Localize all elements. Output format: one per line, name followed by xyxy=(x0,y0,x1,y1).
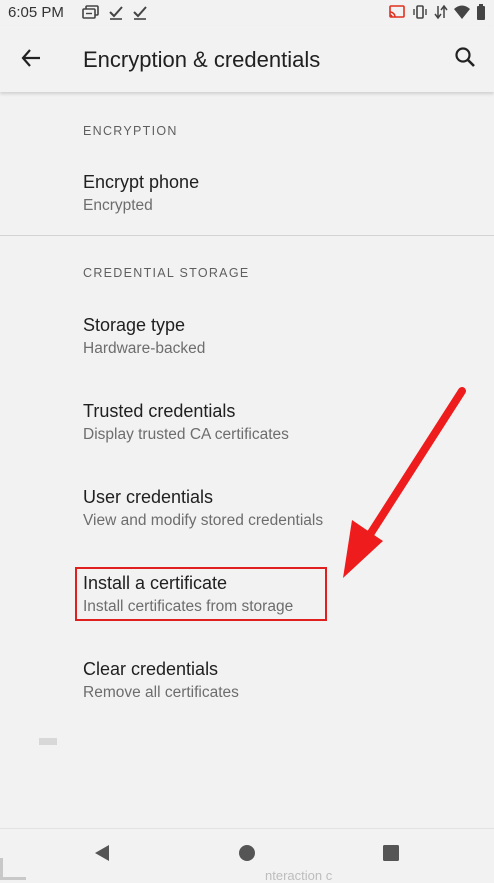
pref-trusted-credentials[interactable]: Trusted credentials Display trusted CA c… xyxy=(0,401,494,469)
pref-title: Trusted credentials xyxy=(83,401,236,421)
pref-title: User credentials xyxy=(83,487,214,507)
screen-share-icon xyxy=(82,4,100,20)
pref-summary: Display trusted CA certificates xyxy=(83,426,289,443)
wifi-icon xyxy=(453,4,471,20)
vibrate-icon xyxy=(411,4,429,20)
data-saver-icon xyxy=(434,4,448,20)
pref-summary: Hardware-backed xyxy=(83,340,206,357)
nav-bar xyxy=(0,828,494,881)
status-bar: 6:05 PM xyxy=(0,0,494,26)
pref-summary: Encrypted xyxy=(83,197,153,214)
highlight-box xyxy=(75,567,327,621)
pref-clear-credentials[interactable]: Clear credentials Remove all certificate… xyxy=(0,659,494,727)
status-right-icons xyxy=(388,4,486,20)
pref-user-credentials[interactable]: User credentials View and modify stored … xyxy=(0,487,494,555)
pref-title: Storage type xyxy=(83,315,186,335)
section-header-encryption: ENCRYPTION xyxy=(83,124,178,138)
pref-storage-type[interactable]: Storage type Hardware-backed xyxy=(0,315,494,383)
app-bar: Encryption & credentials xyxy=(0,26,494,92)
section-header-credential-storage: CREDENTIAL STORAGE xyxy=(83,266,250,280)
pref-title: Encrypt phone xyxy=(83,172,200,192)
nav-recents-icon xyxy=(381,843,401,868)
pref-encrypt-phone[interactable]: Encrypt phone Encrypted xyxy=(0,172,494,240)
back-button[interactable] xyxy=(14,43,48,77)
pref-summary: View and modify stored credentials xyxy=(83,512,324,529)
status-time: 6:05 PM xyxy=(8,4,64,21)
search-icon xyxy=(454,46,476,73)
checkmark-icon xyxy=(108,4,124,20)
battery-icon xyxy=(476,4,486,20)
cast-icon xyxy=(388,4,406,20)
checkmark-icon xyxy=(132,4,148,20)
pref-summary: Remove all certificates xyxy=(83,684,239,701)
nav-home-icon xyxy=(237,843,257,868)
nav-back-button[interactable] xyxy=(90,843,114,867)
arrow-back-icon xyxy=(20,47,42,74)
nav-home-button[interactable] xyxy=(235,843,259,867)
status-left-icons xyxy=(82,4,148,20)
section-divider xyxy=(0,235,494,236)
nav-back-icon xyxy=(92,843,112,868)
search-button[interactable] xyxy=(448,42,482,76)
page-title: Encryption & credentials xyxy=(83,47,321,72)
ghost-text: nteraction c xyxy=(265,868,333,883)
nav-recents-button[interactable] xyxy=(379,843,403,867)
scroll-fragment xyxy=(39,738,57,745)
pref-title: Clear credentials xyxy=(83,659,219,679)
corner-fragment xyxy=(0,858,26,880)
